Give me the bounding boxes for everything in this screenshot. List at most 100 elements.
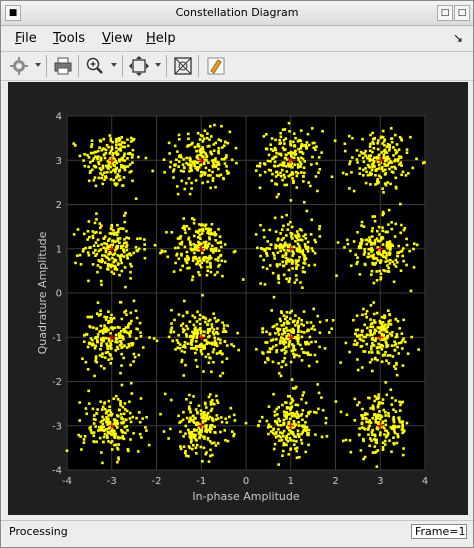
- scale-dropdown-icon[interactable]: [155, 63, 161, 67]
- measurements-icon[interactable]: [173, 56, 193, 76]
- symbol-point: [390, 450, 393, 453]
- symbol-point: [110, 147, 114, 151]
- symbol-point: [371, 256, 375, 259]
- symbol-point: [273, 216, 277, 220]
- symbol-point: [185, 250, 189, 254]
- symbol-point: [386, 181, 389, 184]
- symbol-point: [103, 356, 107, 359]
- symbol-point: [302, 200, 306, 204]
- menu-help[interactable]: Help: [146, 31, 176, 46]
- symbol-point: [372, 163, 375, 167]
- symbol-point: [193, 234, 196, 238]
- symbol-point: [307, 411, 310, 414]
- symbol-point: [346, 242, 350, 246]
- menu-view[interactable]: View: [102, 31, 133, 46]
- symbol-point: [206, 341, 210, 344]
- symbol-point: [121, 227, 125, 230]
- symbol-point: [265, 246, 269, 250]
- symbol-point: [347, 134, 351, 138]
- symbol-point: [285, 436, 288, 439]
- menu-file[interactable]: File: [15, 31, 37, 46]
- symbol-point: [302, 331, 306, 334]
- symbol-point: [277, 362, 280, 365]
- symbol-point: [305, 209, 309, 213]
- symbol-point: [135, 416, 138, 420]
- symbol-point: [366, 326, 369, 330]
- symbol-point: [401, 364, 405, 367]
- symbol-point: [82, 438, 86, 441]
- symbol-point: [300, 319, 304, 322]
- symbol-point: [390, 137, 394, 140]
- menu-tools[interactable]: Tools: [53, 31, 85, 46]
- symbol-point: [318, 331, 322, 335]
- symbol-point: [314, 148, 317, 152]
- symbol-point: [295, 278, 298, 282]
- symbol-point: [178, 346, 182, 350]
- symbol-point: [169, 331, 173, 334]
- symbol-point: [258, 173, 262, 177]
- symbol-point: [183, 451, 187, 455]
- symbol-point: [258, 420, 262, 423]
- symbol-point: [200, 352, 204, 356]
- symbol-point: [305, 414, 308, 418]
- symbol-point: [213, 123, 216, 127]
- symbol-point: [194, 230, 198, 233]
- symbol-point: [199, 170, 203, 174]
- symbol-point: [119, 400, 122, 403]
- symbol-point: [272, 447, 276, 451]
- zoom-in-icon[interactable]: [85, 56, 105, 76]
- symbol-point: [112, 156, 115, 160]
- symbol-point: [289, 407, 293, 410]
- symbol-point: [277, 327, 281, 331]
- highlight-icon[interactable]: [206, 56, 226, 76]
- symbol-point: [364, 312, 368, 316]
- symbol-point: [100, 257, 104, 261]
- symbol-point: [84, 360, 88, 364]
- symbol-point: [94, 184, 98, 188]
- maximize-icon[interactable]: □: [454, 5, 470, 21]
- scale-axes-icon[interactable]: [129, 56, 149, 76]
- symbol-point: [364, 154, 367, 158]
- symbol-point: [268, 332, 272, 335]
- symbol-point: [334, 400, 338, 403]
- undock-icon[interactable]: ↘: [453, 31, 463, 45]
- symbol-point: [375, 311, 379, 315]
- symbol-point: [203, 339, 207, 342]
- settings-dropdown-icon[interactable]: [35, 63, 41, 67]
- symbol-point: [136, 450, 140, 453]
- symbol-point: [182, 410, 185, 414]
- symbol-point: [318, 168, 322, 171]
- symbol-point: [293, 163, 296, 166]
- symbol-point: [114, 183, 118, 187]
- toolbar-separator: [78, 55, 79, 77]
- symbol-point: [299, 165, 302, 168]
- minimize-icon[interactable]: □: [437, 5, 453, 21]
- constellation-plot[interactable]: -4 -3 -2 -1 0 1 2 3 4 -4-3-2-101234 In-phase Amp…: [8, 82, 468, 515]
- symbol-point: [385, 145, 389, 149]
- symbol-point: [244, 421, 248, 425]
- symbol-point: [233, 419, 237, 422]
- symbol-point: [194, 339, 198, 343]
- symbol-point: [233, 249, 237, 253]
- symbol-point: [356, 341, 359, 345]
- symbol-point: [361, 417, 365, 421]
- symbol-point: [285, 326, 288, 330]
- symbol-point: [343, 246, 346, 249]
- symbol-point: [291, 249, 294, 253]
- symbol-point: [102, 147, 106, 151]
- zoom-dropdown-icon[interactable]: [111, 63, 117, 67]
- symbol-point: [279, 249, 282, 253]
- symbol-point: [204, 152, 207, 155]
- symbol-point: [281, 449, 285, 453]
- symbol-point: [386, 344, 390, 347]
- settings-icon[interactable]: [9, 56, 29, 76]
- symbol-point: [373, 241, 377, 245]
- symbol-point: [113, 443, 116, 447]
- symbol-point: [295, 446, 299, 450]
- symbol-point: [213, 336, 216, 340]
- toolbar: [1, 51, 473, 81]
- print-icon[interactable]: [53, 56, 73, 76]
- symbol-point: [220, 360, 224, 364]
- symbol-point: [215, 320, 218, 323]
- symbol-point: [99, 139, 103, 143]
